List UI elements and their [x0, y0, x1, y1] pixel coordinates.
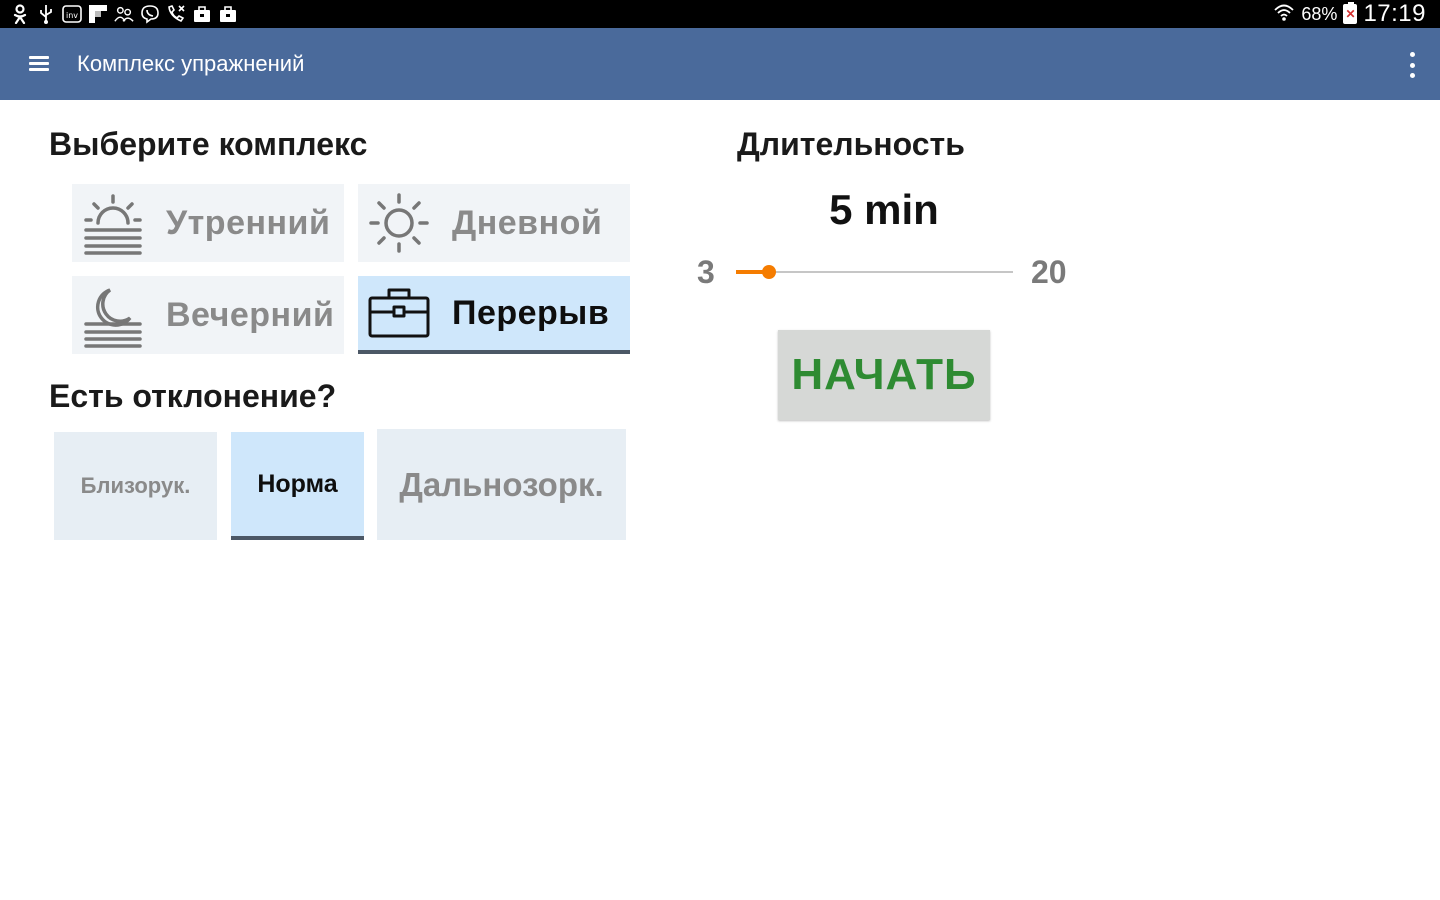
app-bar: Комплекс упражнений: [0, 28, 1440, 100]
briefcase-icon: [364, 278, 434, 348]
battery-percent: 68%: [1301, 3, 1338, 24]
duration-slider[interactable]: [736, 265, 1013, 279]
slider-min-label: 3: [697, 254, 715, 290]
complex-day[interactable]: Дневной: [358, 184, 630, 262]
sunrise-icon: [78, 188, 148, 258]
slider-thumb[interactable]: [761, 265, 776, 279]
bag-icon-2: [218, 4, 238, 24]
people-icon: [114, 4, 134, 24]
deviation-myopia[interactable]: Близорук.: [54, 432, 217, 540]
inv-icon: inv: [62, 4, 82, 24]
sun-icon: [364, 188, 434, 258]
complex-break[interactable]: Перерыв: [358, 276, 630, 354]
duration-heading: Длительность: [737, 126, 965, 162]
usb-icon: [36, 4, 56, 24]
notification-icons: inv: [10, 4, 238, 24]
complex-morning-label: Утренний: [166, 203, 331, 242]
status-bar: inv 68% 17:19: [0, 0, 1440, 28]
deviation-heading: Есть отклонение?: [49, 378, 337, 414]
slider-max-label: 20: [1031, 254, 1067, 290]
app-title: Комплекс упражнений: [77, 51, 305, 76]
flipboard-icon: [88, 4, 108, 24]
deviation-hyperopia[interactable]: Дальнозорк.: [377, 429, 626, 540]
duration-value: 5 min: [829, 186, 939, 233]
svg-text:inv: inv: [66, 11, 78, 20]
deviation-normal[interactable]: Норма: [231, 432, 364, 540]
odnoklassniki-icon: [10, 4, 30, 24]
menu-icon[interactable]: [26, 50, 54, 78]
complex-heading: Выберите комплекс: [49, 126, 368, 162]
clock: 17:19: [1363, 0, 1426, 27]
moon-fog-icon: [78, 280, 148, 350]
complex-evening-label: Вечерний: [166, 295, 335, 334]
complex-morning[interactable]: Утренний: [72, 184, 344, 262]
more-options-icon[interactable]: [1406, 52, 1418, 78]
complex-evening[interactable]: Вечерний: [72, 276, 344, 354]
wifi-icon: [1273, 2, 1295, 27]
complex-day-label: Дневной: [452, 203, 603, 242]
viber-icon: [140, 4, 160, 24]
complex-break-label: Перерыв: [452, 293, 610, 332]
battery-icon: [1343, 2, 1358, 24]
bag-icon: [192, 4, 212, 24]
start-button[interactable]: НАЧАТЬ: [778, 330, 990, 420]
status-right: 68% 17:19: [1273, 0, 1426, 28]
missed-call-icon: [166, 4, 186, 24]
